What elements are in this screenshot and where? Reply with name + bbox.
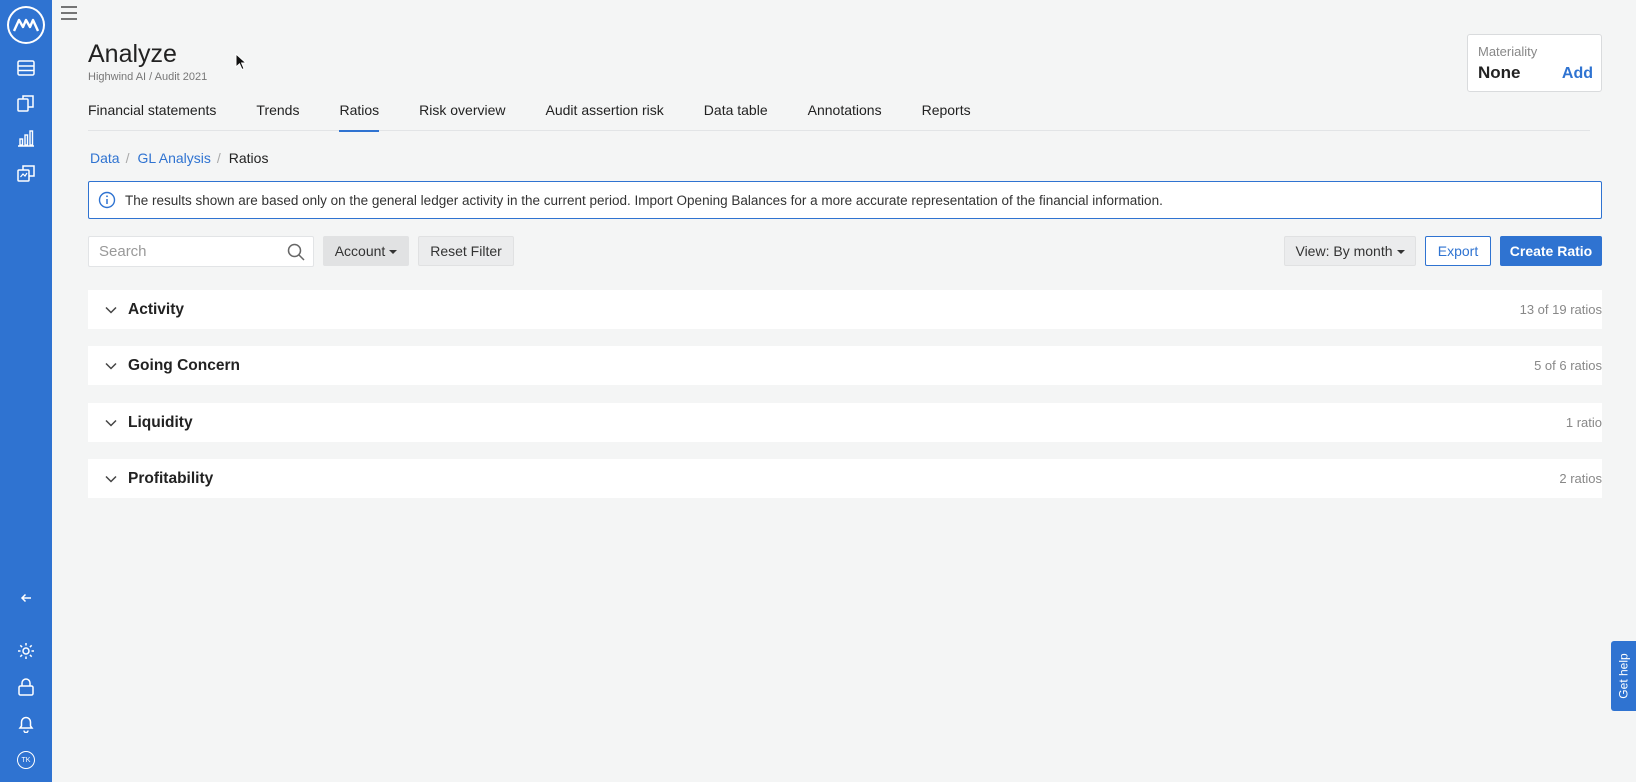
collapse-sidebar-button[interactable] [0, 580, 52, 616]
app-logo[interactable] [7, 6, 45, 44]
tab-reports[interactable]: Reports [922, 95, 971, 131]
search-input[interactable] [89, 237, 279, 266]
chevron-down-icon [105, 306, 117, 314]
breadcrumb: Data / GL Analysis / Ratios [90, 150, 268, 166]
caret-down-icon [389, 250, 398, 254]
search-field [88, 236, 314, 267]
chevron-down-icon [105, 362, 117, 370]
documents-icon [17, 95, 34, 112]
tab-audit-assertion-risk[interactable]: Audit assertion risk [546, 95, 664, 131]
ratio-group-count: 5 of 6 ratios [1534, 358, 1602, 373]
lock-icon [18, 678, 34, 696]
menu-icon[interactable] [60, 4, 78, 22]
sidebar-item-data[interactable] [0, 50, 52, 86]
materiality-value: None [1478, 63, 1521, 82]
page-title: Analyze [88, 40, 177, 68]
sidebar-item-settings[interactable] [0, 633, 52, 669]
logo-mark-icon [13, 18, 39, 32]
view-mode-label: View: By month [1295, 243, 1393, 259]
account-filter-dropdown[interactable]: Account [323, 236, 409, 266]
export-button[interactable]: Export [1425, 236, 1491, 266]
breadcrumb-separator: / [125, 150, 130, 166]
arrow-left-icon [20, 593, 31, 603]
chevron-down-icon [105, 419, 117, 427]
ratio-group-profitability[interactable]: Profitability 2 ratios [88, 459, 1602, 498]
tab-ratios[interactable]: Ratios [339, 95, 379, 132]
ratio-group-going-concern[interactable]: Going Concern 5 of 6 ratios [88, 346, 1602, 385]
bar-chart-icon [18, 130, 34, 147]
breadcrumb-gl-analysis[interactable]: GL Analysis [137, 150, 210, 166]
get-help-button[interactable]: Get help [1611, 641, 1636, 711]
tab-annotations[interactable]: Annotations [808, 95, 882, 131]
tab-risk-overview[interactable]: Risk overview [419, 95, 505, 131]
info-banner-text: The results shown are based only on the … [125, 192, 1163, 208]
ratio-group-count: 2 ratios [1559, 471, 1602, 486]
breadcrumb-separator: / [216, 150, 221, 166]
tab-trends[interactable]: Trends [256, 95, 299, 131]
create-ratio-button[interactable]: Create Ratio [1500, 236, 1602, 266]
sidebar-item-notifications[interactable] [0, 706, 52, 742]
info-banner: The results shown are based only on the … [88, 181, 1602, 219]
sidebar: TK [0, 0, 52, 782]
caret-down-icon [1396, 250, 1405, 254]
ratio-group-title: Activity [128, 300, 184, 318]
sidebar-item-analyze[interactable] [0, 120, 52, 156]
user-avatar[interactable]: TK [0, 742, 52, 778]
chevron-down-icon [105, 475, 117, 483]
account-filter-label: Account [334, 243, 386, 259]
page-subtitle: Highwind AI / Audit 2021 [88, 71, 208, 83]
ratio-group-activity[interactable]: Activity 13 of 19 ratios [88, 290, 1602, 329]
materiality-label: Materiality [1478, 44, 1538, 59]
analyze-tabs: Financial statements Trends Ratios Risk … [88, 95, 1590, 132]
ratio-group-count: 1 ratio [1565, 415, 1602, 430]
ratio-group-liquidity[interactable]: Liquidity 1 ratio [88, 403, 1602, 442]
avatar-initials: TK [17, 751, 35, 769]
ratio-group-title: Profitability [128, 469, 214, 487]
sidebar-item-documents[interactable] [0, 85, 52, 121]
bell-icon [18, 716, 34, 733]
search-icon[interactable] [287, 243, 305, 261]
materiality-card: Materiality None Add [1467, 34, 1602, 92]
sidebar-item-security[interactable] [0, 669, 52, 705]
ratio-group-title: Going Concern [128, 356, 240, 374]
gear-icon [18, 643, 34, 659]
breadcrumb-data[interactable]: Data [90, 150, 120, 166]
tab-financial-statements[interactable]: Financial statements [88, 95, 216, 131]
mouse-cursor-icon [235, 53, 247, 71]
breadcrumb-ratios: Ratios [228, 150, 269, 166]
view-mode-dropdown[interactable]: View: By month [1284, 236, 1416, 266]
materiality-add-button[interactable]: Add [1562, 65, 1593, 83]
ratio-group-title: Liquidity [128, 413, 193, 431]
report-icon [17, 165, 35, 182]
get-help-label: Get help [1616, 653, 1631, 699]
reset-filter-button[interactable]: Reset Filter [418, 236, 514, 266]
sidebar-item-reports[interactable] [0, 155, 52, 191]
database-icon [17, 60, 35, 76]
info-icon [98, 191, 116, 209]
ratio-group-count: 13 of 19 ratios [1519, 302, 1602, 317]
tab-data-table[interactable]: Data table [704, 95, 768, 131]
